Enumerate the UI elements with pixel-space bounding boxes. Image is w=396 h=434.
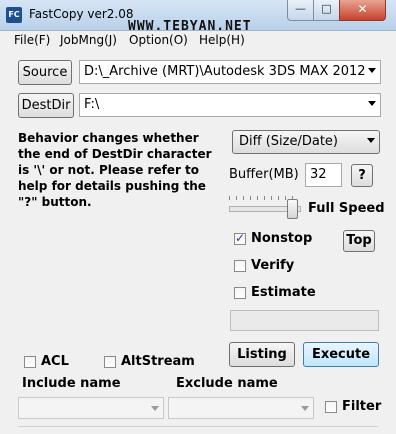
chevron-down-icon: [301, 406, 309, 411]
speed-slider-thumb[interactable]: [287, 199, 298, 219]
estimate-label: Estimate: [251, 285, 316, 300]
include-name-combo[interactable]: [18, 397, 164, 419]
menu-bar: File(F) JobMng(J) Option(O) Help(H): [0, 31, 396, 49]
app-icon: FC: [6, 7, 22, 23]
listing-button[interactable]: Listing: [229, 342, 295, 367]
altstream-label: AltStream: [121, 354, 195, 369]
verify-label: Verify: [251, 258, 295, 273]
maximize-button[interactable]: □: [313, 0, 340, 21]
maximize-icon: □: [321, 2, 332, 15]
source-path-text: D:\_Archive (MRT)\Autodesk 3DS MAX 2012: [84, 64, 366, 79]
close-button[interactable]: ✕: [339, 0, 386, 21]
buffer-input[interactable]: 32: [305, 163, 342, 187]
include-name-label: Include name: [22, 376, 121, 391]
menu-jobmng[interactable]: JobMng(J): [60, 33, 117, 47]
execute-button[interactable]: Execute: [303, 342, 379, 367]
fastcopy-window: FC FastCopy ver2.08 WWW.TEBYAN.NET — □ ✕…: [0, 0, 396, 434]
estimate-checkbox[interactable]: [234, 287, 246, 299]
bottom-divider: [18, 426, 378, 427]
chevron-down-icon[interactable]: [368, 101, 376, 106]
top-button[interactable]: Top: [343, 230, 375, 252]
destdir-button[interactable]: DestDir: [18, 93, 74, 118]
filter-checkbox[interactable]: [325, 401, 337, 413]
source-button[interactable]: Source: [18, 60, 72, 85]
chevron-down-icon[interactable]: [368, 68, 376, 73]
minimize-icon: —: [295, 2, 306, 15]
mode-selected-text: Diff (Size/Date): [239, 134, 338, 149]
buffer-label: Buffer(MB): [229, 167, 299, 182]
exclude-name-combo[interactable]: [168, 397, 314, 419]
source-path-combo[interactable]: D:\_Archive (MRT)\Autodesk 3DS MAX 2012: [79, 60, 381, 84]
close-icon: ✕: [357, 2, 368, 16]
progress-bar: [230, 310, 379, 331]
info-text: Behavior changes whether the end of Dest…: [18, 131, 212, 209]
menu-file[interactable]: File(F): [14, 33, 50, 47]
altstream-checkbox[interactable]: [104, 356, 116, 368]
nonstop-checkbox[interactable]: [234, 231, 246, 245]
window-title: FastCopy ver2.08: [29, 7, 134, 21]
menu-help[interactable]: Help(H): [199, 33, 245, 47]
mode-select[interactable]: Diff (Size/Date): [232, 130, 380, 154]
exclude-name-label: Exclude name: [176, 376, 278, 391]
minimize-button[interactable]: —: [287, 0, 314, 21]
destdir-path-text: F:\: [84, 97, 100, 112]
speed-label: Full Speed: [308, 201, 385, 216]
destdir-path-combo[interactable]: F:\: [79, 93, 381, 117]
menu-option[interactable]: Option(O): [129, 33, 188, 47]
chevron-down-icon: [151, 406, 159, 411]
verify-checkbox[interactable]: [234, 260, 246, 272]
chevron-down-icon: [367, 138, 375, 143]
acl-label: ACL: [41, 354, 69, 369]
help-button[interactable]: ?: [351, 164, 373, 187]
title-bar[interactable]: FC FastCopy ver2.08 WWW.TEBYAN.NET — □ ✕: [0, 0, 396, 34]
filter-label: Filter: [342, 399, 382, 414]
acl-checkbox[interactable]: [24, 356, 36, 368]
nonstop-label: Nonstop: [251, 231, 313, 246]
